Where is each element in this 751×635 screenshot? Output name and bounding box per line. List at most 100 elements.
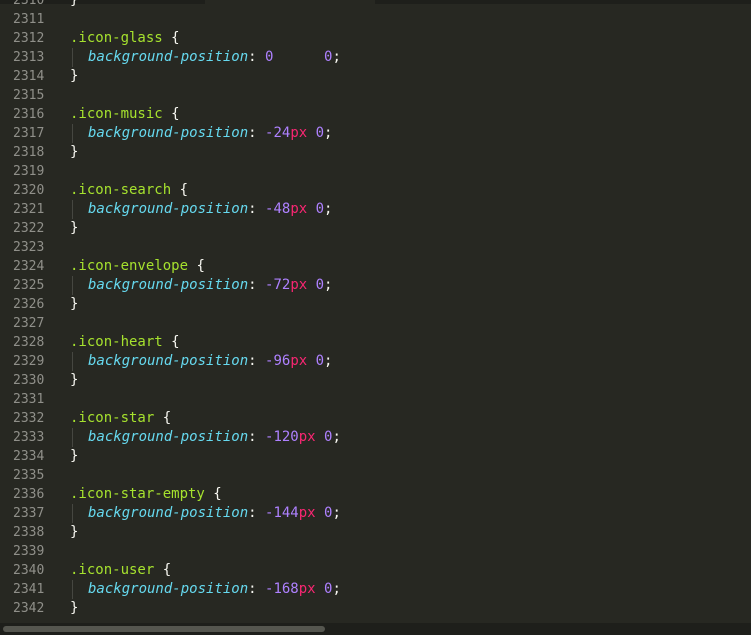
- code-line[interactable]: 2317 background-position: -24px 0;: [0, 124, 751, 143]
- code-line[interactable]: 2314}: [0, 67, 751, 86]
- css-property: background-position: [88, 353, 249, 369]
- code-line[interactable]: 2329 background-position: -96px 0;: [0, 352, 751, 371]
- punctuation: ;: [324, 353, 333, 369]
- punctuation: }: [70, 372, 79, 388]
- code-text: background-position: -144px 0;: [70, 504, 341, 523]
- line-number: 2328: [13, 335, 45, 350]
- horizontal-scrollbar[interactable]: [0, 623, 751, 635]
- code-text: }: [70, 219, 78, 238]
- code-line[interactable]: 2316 .icon-music {: [0, 105, 751, 124]
- line-number: 2318: [13, 145, 45, 160]
- code-line[interactable]: 2340 .icon-user {: [0, 561, 751, 580]
- line-number: 2323: [13, 240, 45, 255]
- line-number: 2333: [13, 430, 45, 445]
- code-line[interactable]: 2313 background-position: 0 0;: [0, 48, 751, 67]
- css-selector: .icon-glass: [70, 30, 163, 46]
- punctuation: :: [248, 125, 266, 141]
- code-text: .icon-heart {: [70, 333, 180, 352]
- number-value: -144: [265, 505, 299, 521]
- code-line[interactable]: 2333 background-position: -120px 0;: [0, 428, 751, 447]
- line-number: 2317: [13, 126, 45, 141]
- code-text: }: [70, 295, 78, 314]
- code-line[interactable]: 2312 .icon-glass {: [0, 29, 751, 48]
- code-text: }: [70, 447, 78, 466]
- horizontal-scrollbar-thumb[interactable]: [3, 626, 325, 632]
- code-line[interactable]: 2327: [0, 314, 751, 333]
- code-text: }: [70, 523, 78, 542]
- code-line[interactable]: 2319: [0, 162, 751, 181]
- code-line[interactable]: 2322}: [0, 219, 751, 238]
- css-selector: .icon-star: [70, 410, 155, 426]
- css-property: background-position: [88, 505, 249, 521]
- code-line[interactable]: 2341 background-position: -168px 0;: [0, 580, 751, 599]
- code-line[interactable]: 2337 background-position: -144px 0;: [0, 504, 751, 523]
- punctuation: [273, 49, 324, 65]
- unit: px: [290, 353, 308, 369]
- line-number: 2315: [13, 88, 45, 103]
- code-line[interactable]: 2323: [0, 238, 751, 257]
- code-line[interactable]: 2335: [0, 466, 751, 485]
- punctuation: ;: [324, 277, 333, 293]
- line-number: 2325: [13, 278, 45, 293]
- code-line[interactable]: 2326}: [0, 295, 751, 314]
- unit: px: [290, 125, 308, 141]
- css-selector: .icon-star-empty: [70, 486, 205, 502]
- code-editor[interactable]: 2310} 2311 2312 .icon-glass {2313 background…: [0, 0, 751, 635]
- number-value: -168: [265, 581, 299, 597]
- code-text: .icon-star-empty {: [70, 485, 222, 504]
- code-text: background-position: -24px 0;: [70, 124, 332, 143]
- punctuation: [307, 353, 315, 369]
- code-line[interactable]: 2330}: [0, 371, 751, 390]
- code-line[interactable]: 2328 .icon-heart {: [0, 333, 751, 352]
- number-value: -24: [265, 125, 291, 141]
- code-line[interactable]: 2332 .icon-star {: [0, 409, 751, 428]
- code-text: background-position: 0 0;: [70, 48, 341, 67]
- css-property: background-position: [88, 125, 249, 141]
- unit: px: [290, 277, 308, 293]
- punctuation: }: [70, 296, 79, 312]
- line-number: 2314: [13, 69, 45, 84]
- punctuation: ;: [332, 49, 341, 65]
- line-number: 2312: [13, 31, 45, 46]
- unit: px: [298, 505, 316, 521]
- code-line[interactable]: 2336 .icon-star-empty {: [0, 485, 751, 504]
- code-line[interactable]: 2325 background-position: -72px 0;: [0, 276, 751, 295]
- code-text: }: [70, 0, 78, 10]
- punctuation: }: [70, 144, 79, 160]
- punctuation: [307, 201, 315, 217]
- code-line[interactable]: 2342}: [0, 599, 751, 618]
- code-line[interactable]: 2315: [0, 86, 751, 105]
- punctuation: {: [162, 30, 180, 46]
- line-number: 2310: [13, 0, 45, 8]
- css-property: background-position: [88, 429, 249, 445]
- unit: px: [290, 201, 308, 217]
- punctuation: :: [248, 277, 266, 293]
- punctuation: {: [162, 106, 180, 122]
- code-line[interactable]: 2310}: [0, 0, 751, 10]
- number-value: 0: [315, 201, 325, 217]
- code-line[interactable]: 2331: [0, 390, 751, 409]
- code-line[interactable]: 2318}: [0, 143, 751, 162]
- css-selector: .icon-search: [70, 182, 172, 198]
- punctuation: [307, 125, 315, 141]
- css-selector: .icon-user: [70, 562, 155, 578]
- punctuation: :: [248, 49, 266, 65]
- code-text: background-position: -168px 0;: [70, 580, 341, 599]
- code-text: }: [70, 371, 78, 390]
- css-property: background-position: [88, 581, 249, 597]
- code-line[interactable]: 2321 background-position: -48px 0;: [0, 200, 751, 219]
- code-text: .icon-envelope {: [70, 257, 205, 276]
- punctuation: :: [248, 353, 266, 369]
- line-number: 2337: [13, 506, 45, 521]
- number-value: 0: [315, 277, 325, 293]
- code-line[interactable]: 2320 .icon-search {: [0, 181, 751, 200]
- line-number: 2332: [13, 411, 45, 426]
- number-value: -72: [265, 277, 291, 293]
- code-line[interactable]: 2339: [0, 542, 751, 561]
- code-line[interactable]: 2334}: [0, 447, 751, 466]
- code-line[interactable]: 2311: [0, 10, 751, 29]
- code-text: background-position: -96px 0;: [70, 352, 332, 371]
- line-number: 2342: [13, 601, 45, 616]
- code-line[interactable]: 2324 .icon-envelope {: [0, 257, 751, 276]
- code-line[interactable]: 2338}: [0, 523, 751, 542]
